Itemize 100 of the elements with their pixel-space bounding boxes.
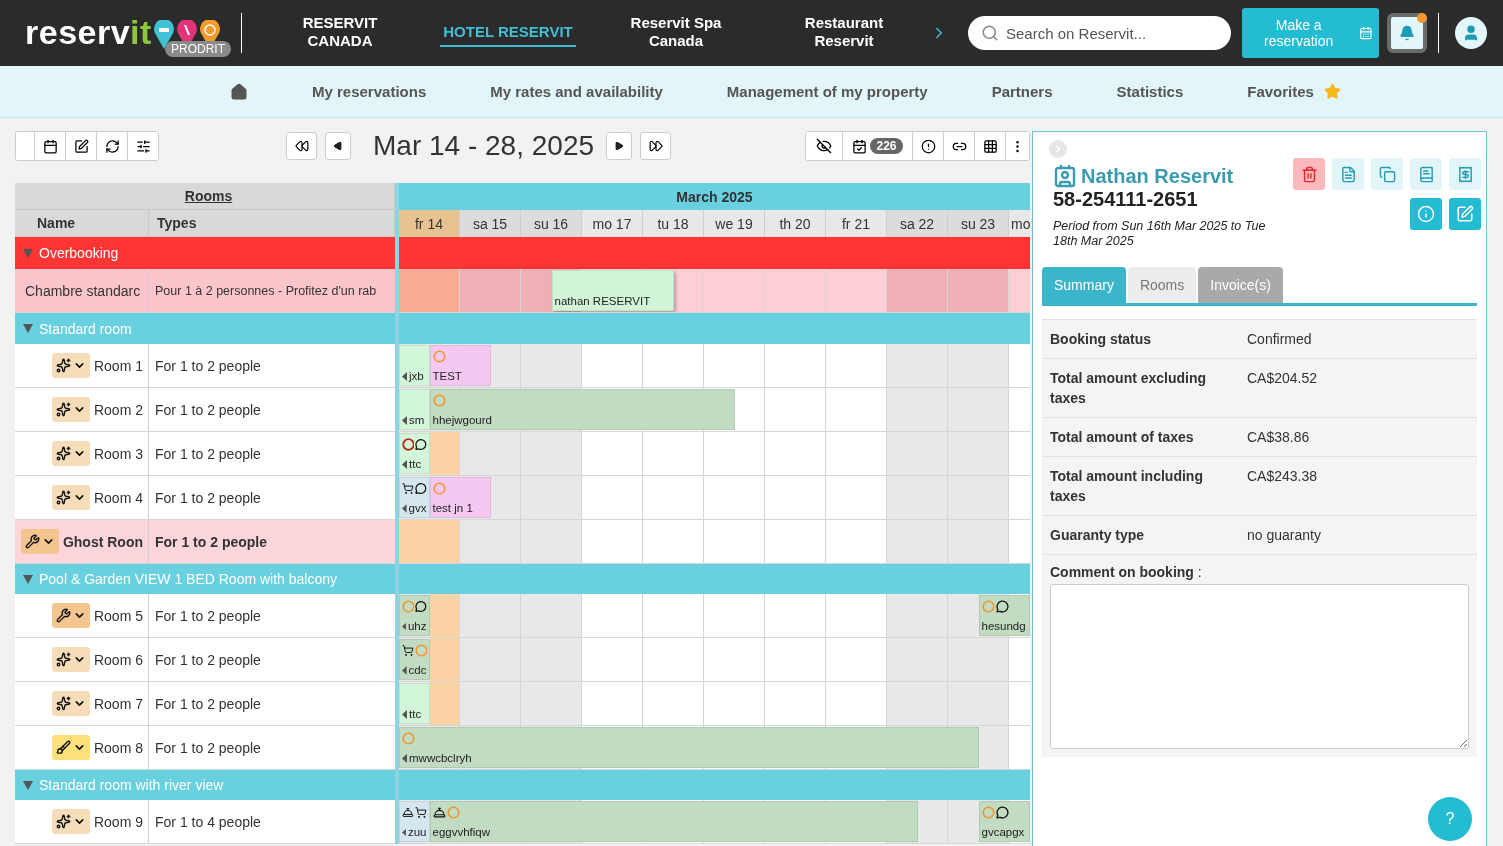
more-button[interactable] [1005, 132, 1029, 160]
search-field[interactable]: Search on Reservit... [968, 16, 1231, 50]
calendar-check-icon [852, 138, 868, 154]
booking-block[interactable]: eggvvhfiqw [429, 801, 918, 842]
room-status-button[interactable] [51, 691, 90, 716]
contact-icon [1053, 164, 1077, 188]
menu-link[interactable]: Partners [991, 83, 1053, 100]
copy-button[interactable] [1371, 158, 1403, 190]
logo[interactable]: reservit [25, 12, 152, 52]
timeline-row[interactable]: sm hhejwgourd [399, 388, 1030, 432]
ring-icon [402, 599, 414, 613]
booking-block[interactable]: hhejwgourd [429, 389, 735, 430]
book-icon [1417, 165, 1435, 183]
ring-icon [981, 599, 995, 613]
site-tab[interactable]: Restaurant Reservit [776, 10, 912, 56]
booking-block[interactable]: test jn 1 [429, 477, 491, 518]
field-label: Total amount including taxes [1050, 467, 1204, 506]
invoice-button[interactable] [1449, 158, 1481, 190]
room-status-button[interactable] [51, 735, 90, 760]
booking-label: mwwcbclryh [409, 752, 472, 764]
triangle-icon[interactable] [23, 574, 33, 584]
bell-icon [402, 805, 414, 819]
details-tab[interactable]: Rooms [1127, 267, 1197, 303]
timeline-row[interactable]: ttc [399, 432, 1030, 476]
next-button[interactable] [606, 132, 633, 160]
booking-block[interactable]: sm [399, 389, 430, 430]
menu-link[interactable]: My reservations [312, 83, 427, 100]
book-button[interactable] [1410, 158, 1442, 190]
booking-label: gvx [408, 502, 427, 514]
calendar-icon [42, 138, 58, 154]
booking-block[interactable]: cdc [399, 639, 430, 680]
booking-label: uhz [407, 620, 427, 632]
field-label: Guaranty type [1050, 526, 1146, 545]
room-status-button[interactable] [51, 485, 90, 510]
booking-block[interactable]: gvx [399, 477, 430, 518]
booking-block[interactable]: ttc [399, 433, 430, 474]
group-header[interactable]: Overbooking [15, 237, 395, 269]
previous-button[interactable] [325, 132, 351, 160]
room-status-button[interactable] [51, 647, 90, 672]
caret-icon [402, 503, 407, 513]
site-tab[interactable]: Reservit Spa Canada [608, 10, 744, 56]
filters-button[interactable] [127, 132, 158, 160]
menu-link[interactable]: Management of my property [726, 83, 928, 100]
triangle-icon[interactable] [23, 780, 33, 790]
calendar-icon [1359, 25, 1373, 41]
copy-icon [1378, 165, 1396, 183]
column-header: Name [15, 210, 149, 237]
comment-field[interactable] [1050, 584, 1469, 749]
room-name: Room 3 [93, 445, 143, 462]
room-name: Room 9 [93, 813, 143, 830]
count-badge: 226 [870, 138, 903, 154]
timeline-row[interactable]: gvx test jn 1 [399, 476, 1030, 520]
booking-label: TEST [432, 370, 462, 382]
booking-block[interactable]: nathan RESERVIT [551, 270, 674, 311]
booking-block[interactable]: TEST [429, 345, 491, 386]
menu-link[interactable]: Statistics [1116, 83, 1184, 100]
room-status-button[interactable] [51, 397, 90, 422]
triangle-icon[interactable] [23, 324, 33, 333]
favorites-link[interactable]: Favorites [1247, 83, 1341, 100]
booking-block[interactable]: uhz [399, 595, 430, 636]
ring-icon [446, 805, 460, 819]
booking-block[interactable]: jxb [399, 345, 430, 386]
rewind-button[interactable] [286, 132, 317, 160]
room-status-button[interactable] [51, 809, 90, 834]
notifications-button[interactable] [1387, 13, 1427, 53]
booking-block[interactable]: ttc [399, 683, 430, 724]
user-avatar[interactable] [1455, 17, 1487, 49]
booking-label: ttc [409, 708, 422, 720]
timeline-row[interactable]: nathan RESERVIT [399, 269, 1030, 313]
timeline-row[interactable]: ttc [399, 682, 1030, 726]
booking-block[interactable]: hesundg [978, 595, 1030, 636]
site-tab[interactable]: HOTEL RESERVIT [440, 19, 576, 47]
booking-block[interactable]: gvcapgx [978, 801, 1030, 842]
day-header: fr 14 [399, 210, 460, 237]
search-icon [981, 24, 999, 42]
booking-label: cdc [408, 664, 427, 676]
home-icon[interactable] [230, 82, 248, 101]
fast-forward-button[interactable] [640, 132, 672, 160]
booking-block[interactable]: zuu [399, 801, 430, 842]
room-status-button[interactable] [20, 529, 59, 554]
day-header: su 16 [521, 210, 582, 237]
timeline-row[interactable]: jxb TEST [399, 344, 1030, 388]
timeline-row[interactable]: uhz hesundg [399, 594, 1030, 638]
bell-icon [432, 805, 446, 819]
day-header: mo [1009, 210, 1030, 237]
ring-icon [432, 349, 446, 363]
eye-off-icon [816, 138, 832, 154]
field-label: Total amount of taxes [1050, 428, 1195, 447]
previous-icon [333, 141, 343, 151]
room-status-button[interactable] [51, 441, 90, 466]
delete-button[interactable] [1293, 158, 1325, 190]
timeline-row[interactable]: cdc [399, 638, 1030, 682]
room-status-button[interactable] [51, 353, 90, 378]
sparkles-icon [55, 358, 71, 373]
site-tab[interactable]: RESERVIT CANADA [272, 10, 408, 56]
menu-link[interactable]: My rates and availability [490, 83, 663, 100]
timeline-row[interactable]: zuu eggvvhfiqw gvcapgx [399, 800, 1030, 844]
room-status-button[interactable] [51, 603, 90, 628]
document-button[interactable] [1332, 158, 1364, 190]
booking-label: hesundg [981, 620, 1026, 632]
